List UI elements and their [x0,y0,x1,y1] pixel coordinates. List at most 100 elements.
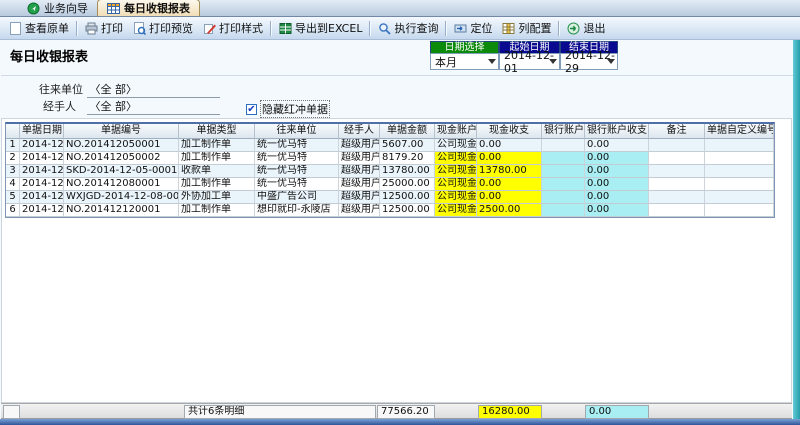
chevron-down-icon[interactable] [549,59,557,64]
bank-amount-cell[interactable]: 0.00 [585,165,649,178]
cell[interactable]: 外协加工单 [179,191,255,204]
header-cell[interactable]: 单据日期 [20,124,64,139]
cell[interactable]: 0.00 [585,139,649,152]
cell[interactable]: 2014-12-12 [20,204,64,217]
cell[interactable]: 收款单 [179,165,255,178]
cash-amount-cell[interactable]: 2500.00 [477,204,542,217]
cell[interactable]: 加工制作单 [179,204,255,217]
cell[interactable]: 2014-12-05 [20,165,64,178]
header-cell[interactable] [6,124,20,139]
cell[interactable]: 统一优马特 [255,139,339,152]
header-cell[interactable]: 单据自定义编号 [705,124,774,139]
cell[interactable]: 超级用户 [339,152,380,165]
cell[interactable]: 2014-12-08 [20,178,64,191]
table-row[interactable]: 6 2014-12-12 NO.201412120001 加工制作单 想印就印-… [6,204,774,217]
handler-filter-value[interactable]: 〈全 部〉 [87,100,220,115]
start-date-select[interactable]: 2014-12-01 [499,53,560,70]
cell[interactable]: 12500.00 [380,204,435,217]
cell[interactable]: SKD-2014-12-05-0001 [64,165,179,178]
cell[interactable]: 5607.00 [380,139,435,152]
cell[interactable]: 12500.00 [380,191,435,204]
cell[interactable]: 统一优马特 [255,165,339,178]
header-cell[interactable]: 往来单位 [255,124,339,139]
header-cell[interactable]: 单据编号 [64,124,179,139]
cell[interactable]: 0.00 [477,139,542,152]
cell[interactable] [705,139,774,152]
cell[interactable]: 超级用户 [339,204,380,217]
cell[interactable]: NO.201412050002 [64,152,179,165]
exit-button[interactable]: 退出 [562,18,610,38]
print-button[interactable]: 打印 [80,18,128,38]
cell[interactable]: NO.201412080001 [64,178,179,191]
header-cell[interactable]: 备注 [649,124,705,139]
cash-account-cell[interactable]: 公司现金 [435,165,477,178]
header-cell[interactable]: 银行账户 [542,124,585,139]
cell[interactable] [649,191,705,204]
header-cell[interactable]: 经手人 [339,124,380,139]
row-number-cell[interactable]: 5 [6,191,20,204]
chevron-down-icon[interactable] [488,59,496,64]
print-style-button[interactable]: 打印样式 [198,18,268,38]
cash-account-cell[interactable]: 公司现金 [435,204,477,217]
checkbox[interactable]: ✔ [246,104,257,115]
view-original-button[interactable]: 查看原单 [4,18,74,38]
row-number-cell[interactable]: 4 [6,178,20,191]
header-cell[interactable]: 单据类型 [179,124,255,139]
cell[interactable]: 公司现金 [435,139,477,152]
cell[interactable]: NO.201412120001 [64,204,179,217]
cash-account-cell[interactable]: 公司现金 [435,152,477,165]
run-query-button[interactable]: 执行查询 [373,18,443,38]
bank-account-cell[interactable] [542,178,585,191]
print-preview-button[interactable]: 打印预览 [128,18,198,38]
cell[interactable]: NO.201412050001 [64,139,179,152]
cell[interactable]: 2014-12-08 [20,191,64,204]
bank-account-cell[interactable] [542,204,585,217]
bank-amount-cell[interactable]: 0.00 [585,178,649,191]
cell[interactable]: 统一优马特 [255,152,339,165]
cell[interactable]: 2014-12-05 [20,139,64,152]
cell[interactable]: 想印就印-永陵店 [255,204,339,217]
unit-filter-value[interactable]: 〈全 部〉 [87,83,220,98]
cell[interactable] [649,204,705,217]
cell[interactable]: 加工制作单 [179,178,255,191]
bank-account-cell[interactable] [542,165,585,178]
date-range-select[interactable]: 本月 [430,53,499,70]
cell[interactable]: 中盛广告公司 [255,191,339,204]
cell[interactable] [649,139,705,152]
cell[interactable]: 25000.00 [380,178,435,191]
cash-amount-cell[interactable]: 0.00 [477,191,542,204]
cell[interactable] [705,191,774,204]
cell[interactable]: 加工制作单 [179,152,255,165]
bank-amount-cell[interactable]: 0.00 [585,152,649,165]
header-cell[interactable]: 银行账户收支 [585,124,649,139]
cell[interactable]: 13780.00 [380,165,435,178]
table-row[interactable]: 1 2014-12-05 NO.201412050001 加工制作单 统一优马特… [6,139,774,152]
row-number-cell[interactable]: 1 [6,139,20,152]
table-row[interactable]: 4 2014-12-08 NO.201412080001 加工制作单 统一优马特… [6,178,774,191]
tab-business-wizard[interactable]: 业务向导 [18,0,97,16]
row-number-cell[interactable]: 2 [6,152,20,165]
cash-amount-cell[interactable]: 13780.00 [477,165,542,178]
cell[interactable] [649,165,705,178]
cell[interactable]: 8179.20 [380,152,435,165]
cell[interactable] [649,178,705,191]
cell[interactable]: 超级用户 [339,191,380,204]
row-number-cell[interactable]: 6 [6,204,20,217]
bank-account-cell[interactable] [542,191,585,204]
bank-amount-cell[interactable]: 0.00 [585,191,649,204]
cell[interactable]: 2014-12-05 [20,152,64,165]
cell[interactable]: 超级用户 [339,165,380,178]
cell[interactable]: WXJGD-2014-12-08-0002 [64,191,179,204]
cell[interactable] [649,152,705,165]
cell[interactable] [542,139,585,152]
header-cell[interactable]: 现金账户 [435,124,477,139]
cash-amount-cell[interactable]: 0.00 [477,178,542,191]
cell[interactable] [705,165,774,178]
bank-amount-cell[interactable]: 0.00 [585,204,649,217]
cell[interactable] [705,204,774,217]
cell[interactable]: 加工制作单 [179,139,255,152]
header-cell[interactable]: 单据金额 [380,124,435,139]
end-date-select[interactable]: 2014-12-29 [560,53,618,70]
tab-daily-cash-report[interactable]: 每日收银报表 [97,0,200,16]
right-edge-scrollbar[interactable] [793,40,800,419]
